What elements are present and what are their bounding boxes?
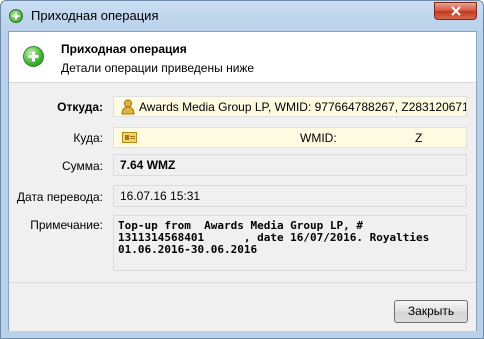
close-icon [451, 6, 461, 16]
note-label: Примечание: [30, 218, 103, 232]
amount-field: 7.64 WMZ [113, 154, 467, 176]
dialog-footer: Закрыть [9, 282, 476, 331]
dialog-window: Приходная операция Приходная операция Де… [0, 0, 484, 339]
person-icon [121, 99, 135, 115]
date-field: 16.07.16 15:31 [113, 185, 467, 207]
plus-circle-icon [9, 9, 23, 23]
dialog-body: Приходная операция Детали операции приве… [8, 31, 477, 331]
to-field[interactable]: WMID: Z [113, 127, 467, 148]
to-label: Куда: [73, 131, 103, 145]
to-purse-prefix: Z [415, 131, 423, 145]
from-label: Откуда: [57, 100, 103, 114]
header-subtitle: Детали операции приведены ниже [61, 61, 255, 75]
note-field[interactable]: Top-up from Awards Media Group LP, # 131… [113, 215, 467, 271]
date-label: Дата перевода: [16, 190, 103, 204]
close-button[interactable]: Закрыть [394, 300, 468, 323]
from-value: Awards Media Group LP, WMID: 97766478826… [139, 100, 467, 114]
window-title: Приходная операция [31, 8, 159, 23]
title-bar[interactable]: Приходная операция [1, 1, 483, 31]
window-close-button[interactable] [434, 2, 477, 20]
to-wmid-label: WMID: [300, 131, 337, 145]
card-icon [122, 132, 137, 143]
from-field[interactable]: Awards Media Group LP, WMID: 97766478826… [113, 96, 467, 117]
header-title: Приходная операция [61, 42, 187, 56]
dialog-header: Приходная операция Детали операции приве… [9, 32, 476, 83]
amount-value: 7.64 WMZ [120, 158, 176, 172]
plus-circle-icon [23, 46, 44, 67]
date-value: 16.07.16 15:31 [120, 189, 201, 203]
amount-label: Сумма: [61, 159, 103, 173]
